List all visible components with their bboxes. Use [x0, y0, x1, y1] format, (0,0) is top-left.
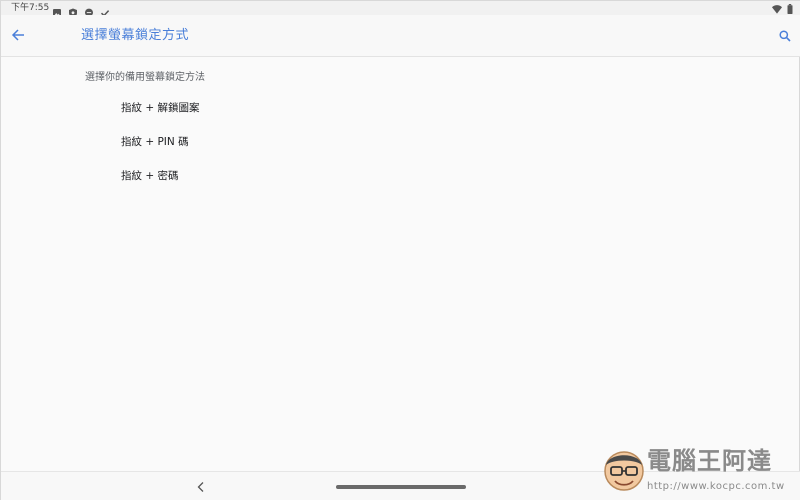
- arrow-left-icon: [11, 27, 25, 46]
- option-label: 指紋 + 密碼: [121, 170, 179, 182]
- nav-back-button[interactable]: [194, 479, 208, 493]
- shield-icon: [68, 3, 78, 18]
- back-button[interactable]: [7, 26, 29, 46]
- option-fingerprint-password[interactable]: 指紋 + 密碼: [85, 161, 765, 191]
- mascot-icon: [601, 447, 647, 493]
- option-label: 指紋 + 解鎖圖案: [121, 102, 200, 114]
- check-icon: [100, 3, 110, 17]
- app-bar: 選擇螢幕鎖定方式: [1, 15, 800, 57]
- option-fingerprint-pattern[interactable]: 指紋 + 解鎖圖案: [85, 93, 765, 123]
- watermark-title: 電腦王阿達: [647, 447, 772, 475]
- chevron-left-icon: [194, 479, 208, 498]
- image-icon: [52, 3, 62, 17]
- watermark: 電腦王阿達 http://www.kocpc.com.tw: [597, 441, 797, 499]
- home-pill[interactable]: [336, 485, 466, 489]
- search-icon: [779, 27, 791, 46]
- screen-frame: 下午7:55 選擇螢幕鎖定方式 選擇你的備用螢幕鎖定方法 指紋 + 解鎖圖案 指…: [0, 0, 800, 500]
- option-fingerprint-pin[interactable]: 指紋 + PIN 碼: [85, 127, 765, 157]
- status-bar: 下午7:55: [1, 1, 800, 18]
- search-button[interactable]: [775, 26, 795, 46]
- status-system-icons: [772, 3, 793, 14]
- section-header: 選擇你的備用螢幕鎖定方法: [85, 72, 205, 83]
- chat-icon: [84, 3, 94, 18]
- status-notification-icons: [52, 3, 110, 18]
- page-title: 選擇螢幕鎖定方式: [81, 28, 190, 43]
- status-time: 下午7:55: [11, 3, 50, 13]
- option-label: 指紋 + PIN 碼: [121, 136, 189, 148]
- watermark-url: http://www.kocpc.com.tw: [647, 481, 785, 492]
